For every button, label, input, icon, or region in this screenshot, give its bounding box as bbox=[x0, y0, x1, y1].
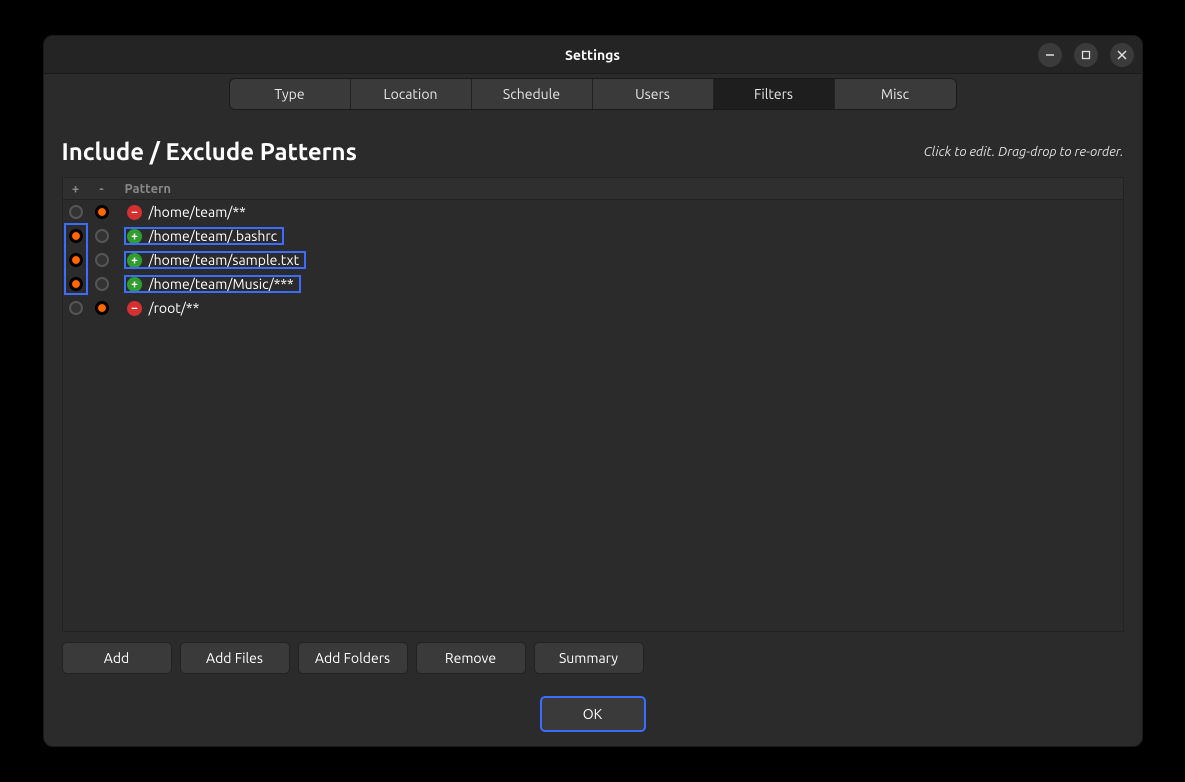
minimize-icon bbox=[1045, 50, 1055, 60]
table-row[interactable]: −/home/team/** bbox=[63, 200, 1123, 224]
window-title: Settings bbox=[565, 47, 620, 63]
include-radio[interactable] bbox=[69, 205, 83, 219]
tab-schedule[interactable]: Schedule bbox=[472, 79, 593, 109]
pattern-cell[interactable]: −/home/team/** bbox=[125, 204, 252, 220]
tab-bar: TypeLocationScheduleUsersFiltersMisc bbox=[44, 74, 1142, 110]
titlebar: Settings bbox=[44, 36, 1142, 74]
pattern-list: + - Pattern −/home/team/**+/home/team/.b… bbox=[62, 177, 1124, 632]
include-radio[interactable] bbox=[69, 229, 83, 243]
page-hint: Click to edit. Drag-drop to re-order. bbox=[924, 145, 1124, 159]
minus-icon: − bbox=[127, 301, 142, 316]
exclude-radio[interactable] bbox=[95, 301, 109, 315]
ok-row: OK bbox=[62, 696, 1124, 732]
page-header: Include / Exclude Patterns Click to edit… bbox=[62, 138, 1124, 165]
pattern-cell[interactable]: +/home/team/.bashrc bbox=[125, 228, 284, 244]
exclude-radio[interactable] bbox=[95, 277, 109, 291]
pattern-path: /home/team/.bashrc bbox=[145, 228, 278, 244]
window-controls bbox=[1038, 43, 1134, 67]
pattern-list-header: + - Pattern bbox=[63, 178, 1123, 200]
summary-button[interactable]: Summary bbox=[534, 642, 644, 674]
add-folders-button[interactable]: Add Folders bbox=[298, 642, 408, 674]
pattern-path: /root/** bbox=[145, 300, 200, 316]
pattern-path: /home/team/Music/*** bbox=[145, 276, 294, 292]
minimize-button[interactable] bbox=[1038, 43, 1062, 67]
column-header-pattern: Pattern bbox=[115, 182, 172, 196]
plus-icon: + bbox=[127, 253, 142, 268]
plus-icon: + bbox=[127, 277, 142, 292]
pattern-list-wrap: + - Pattern −/home/team/**+/home/team/.b… bbox=[62, 177, 1124, 632]
column-header-exclude: - bbox=[89, 182, 115, 196]
pattern-cell[interactable]: +/home/team/sample.txt bbox=[125, 252, 306, 268]
table-row[interactable]: +/home/team/.bashrc bbox=[63, 224, 1123, 248]
pattern-rows: −/home/team/**+/home/team/.bashrc+/home/… bbox=[63, 200, 1123, 631]
include-radio[interactable] bbox=[69, 253, 83, 267]
pattern-cell[interactable]: −/root/** bbox=[125, 300, 206, 316]
table-row[interactable]: −/root/** bbox=[63, 296, 1123, 320]
column-header-include: + bbox=[63, 182, 89, 196]
add-files-button[interactable]: Add Files bbox=[180, 642, 290, 674]
page-title: Include / Exclude Patterns bbox=[62, 138, 357, 165]
include-radio[interactable] bbox=[69, 277, 83, 291]
exclude-radio[interactable] bbox=[95, 229, 109, 243]
tab-location[interactable]: Location bbox=[351, 79, 472, 109]
maximize-icon bbox=[1081, 50, 1091, 60]
exclude-radio[interactable] bbox=[95, 253, 109, 267]
include-radio[interactable] bbox=[69, 301, 83, 315]
remove-button[interactable]: Remove bbox=[416, 642, 526, 674]
ok-button[interactable]: OK bbox=[540, 696, 646, 732]
close-icon bbox=[1117, 50, 1127, 60]
close-button[interactable] bbox=[1110, 43, 1134, 67]
content-area: Include / Exclude Patterns Click to edit… bbox=[44, 110, 1142, 746]
minus-icon: − bbox=[127, 205, 142, 220]
table-row[interactable]: +/home/team/sample.txt bbox=[63, 248, 1123, 272]
tab-filters[interactable]: Filters bbox=[714, 79, 835, 109]
maximize-button[interactable] bbox=[1074, 43, 1098, 67]
pattern-cell[interactable]: +/home/team/Music/*** bbox=[125, 276, 300, 292]
settings-window: Settings TypeLocationScheduleUsersFilter… bbox=[43, 35, 1143, 747]
pattern-path: /home/team/sample.txt bbox=[145, 252, 300, 268]
tab-misc[interactable]: Misc bbox=[835, 79, 956, 109]
add-button[interactable]: Add bbox=[62, 642, 172, 674]
table-row[interactable]: +/home/team/Music/*** bbox=[63, 272, 1123, 296]
action-buttons: Add Add Files Add Folders Remove Summary bbox=[62, 642, 1124, 674]
pattern-path: /home/team/** bbox=[145, 204, 246, 220]
tab-users[interactable]: Users bbox=[593, 79, 714, 109]
plus-icon: + bbox=[127, 229, 142, 244]
exclude-radio[interactable] bbox=[95, 205, 109, 219]
tab-type[interactable]: Type bbox=[230, 79, 351, 109]
